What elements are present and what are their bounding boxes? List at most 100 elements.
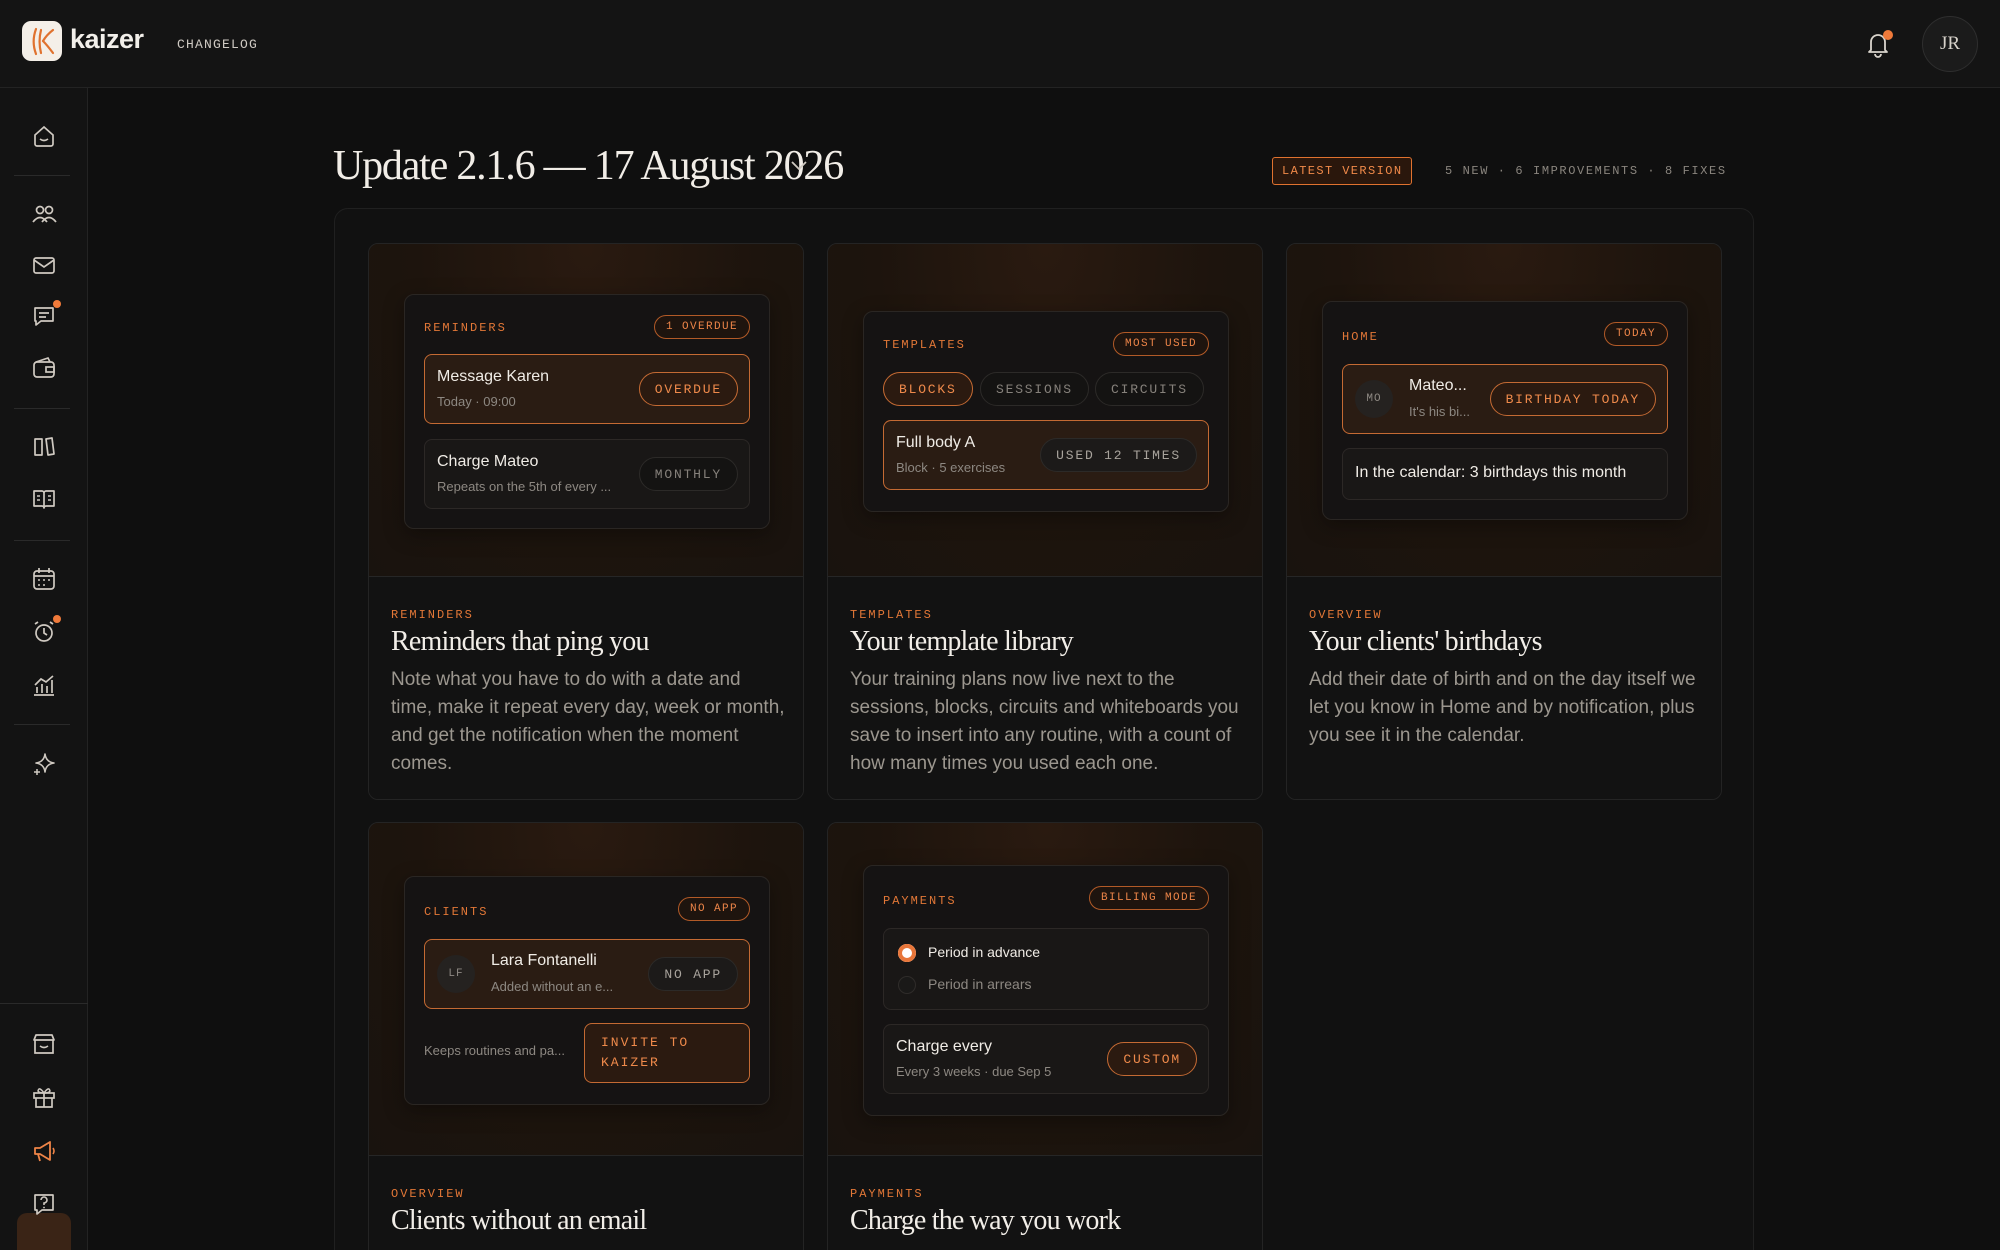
user-avatar[interactable]: JR bbox=[1922, 16, 1978, 72]
card-body: REMINDERS Reminders that ping you Note w… bbox=[369, 578, 803, 799]
card-title: Your clients' birthdays bbox=[1309, 626, 1542, 657]
list-item[interactable]: Message Karen Today · 09:00 OVERDUE bbox=[424, 354, 750, 424]
card-description: Your training plans now live next to the… bbox=[850, 669, 1239, 774]
reminders-panel: REMINDERS 1 OVERDUE Message Karen Today … bbox=[404, 294, 770, 529]
reminder-title: Message Karen bbox=[437, 368, 550, 385]
card-description: Note what you have to do with a date and… bbox=[391, 669, 785, 774]
wallet-icon[interactable] bbox=[24, 348, 64, 388]
breadcrumb: CHANGELOG bbox=[177, 37, 259, 52]
tab-sessions[interactable]: SESSIONS bbox=[980, 372, 1089, 406]
invite-to-kaizer-button[interactable]: INVITE TO KAIZER bbox=[584, 1023, 750, 1083]
help-icon[interactable] bbox=[24, 1184, 64, 1224]
notification-dot bbox=[1883, 30, 1893, 40]
option-label[interactable]: Period in advance bbox=[928, 944, 1040, 960]
no-app-tag: NO APP bbox=[677, 897, 750, 921]
radio-unselected[interactable] bbox=[898, 976, 916, 994]
chevron-down-icon[interactable] bbox=[790, 160, 808, 172]
template-meta: Block · 5 exercises bbox=[896, 460, 1006, 475]
feature-card-clients: CLIENTS NO APP LF Lara Fontanelli Added … bbox=[368, 822, 804, 1250]
client-avatar: MO bbox=[1355, 380, 1393, 418]
sidebar-divider bbox=[0, 1003, 88, 1004]
chat-unread-dot bbox=[53, 300, 61, 308]
reminder-title: Charge Mateo bbox=[437, 453, 539, 470]
megaphone-icon[interactable] bbox=[24, 1131, 64, 1171]
charge-row[interactable]: Charge every Every 3 weeks · due Sep 5 C… bbox=[883, 1024, 1209, 1094]
release-stats: 5 NEW · 6 IMPROVEMENTS · 8 FIXES bbox=[1445, 164, 1727, 178]
reminder-time: Today · 09:00 bbox=[437, 394, 516, 409]
reminder-repeat: Repeats on the 5th of every ... bbox=[437, 479, 612, 494]
client-row[interactable]: LF Lara Fontanelli Added without an e...… bbox=[424, 939, 750, 1009]
card-eyebrow: REMINDERS bbox=[391, 608, 474, 622]
client-note: Added without an e... bbox=[491, 979, 614, 994]
store-icon[interactable] bbox=[24, 1024, 64, 1064]
overdue-count-tag: 1 OVERDUE bbox=[653, 315, 750, 339]
calendar-note: In the calendar: 3 birthdays this month bbox=[1355, 464, 1627, 481]
charge-schedule: Every 3 weeks · due Sep 5 bbox=[896, 1064, 1052, 1079]
home-panel: HOME TODAY MO Mateo... It's his bi... BI… bbox=[1322, 301, 1688, 520]
no-app-pill: NO APP bbox=[648, 957, 738, 991]
card-title: Clients without an email bbox=[391, 1205, 647, 1236]
book-icon[interactable] bbox=[24, 479, 64, 519]
billing-options: Period in advance Period in arrears bbox=[883, 928, 1209, 1010]
custom-pill: CUSTOM bbox=[1107, 1042, 1197, 1076]
latest-version-badge: LATEST VERSION bbox=[1272, 157, 1413, 185]
card-preview: TEMPLATES MOST USED BLOCKS SESSIONS CIRC… bbox=[828, 244, 1262, 577]
monthly-pill: MONTHLY bbox=[638, 457, 738, 491]
templates-panel: TEMPLATES MOST USED BLOCKS SESSIONS CIRC… bbox=[863, 311, 1229, 512]
feature-card-birthdays: HOME TODAY MO Mateo... It's his bi... BI… bbox=[1286, 243, 1722, 800]
clients-panel: CLIENTS NO APP LF Lara Fontanelli Added … bbox=[404, 876, 770, 1105]
sidebar-divider bbox=[14, 408, 70, 409]
kaizer-logo-icon[interactable] bbox=[22, 21, 62, 61]
panel-label: REMINDERS bbox=[424, 321, 507, 335]
today-tag: TODAY bbox=[1603, 322, 1668, 346]
stats-icon[interactable] bbox=[24, 665, 64, 705]
template-title: Full body A bbox=[896, 434, 976, 451]
sidebar bbox=[0, 88, 88, 1250]
list-item[interactable]: Charge Mateo Repeats on the 5th of every… bbox=[424, 439, 750, 509]
birthday-today-pill: BIRTHDAY TODAY bbox=[1489, 382, 1656, 416]
most-used-tag: MOST USED bbox=[1112, 332, 1209, 356]
card-title: Reminders that ping you bbox=[391, 626, 649, 657]
mail-icon[interactable] bbox=[24, 245, 64, 285]
clients-icon[interactable] bbox=[24, 194, 64, 234]
charge-title: Charge every bbox=[896, 1038, 993, 1055]
birthday-row[interactable]: MO Mateo... It's his bi... BIRTHDAY TODA… bbox=[1342, 364, 1668, 434]
library-icon[interactable] bbox=[24, 426, 64, 466]
card-eyebrow: PAYMENTS bbox=[850, 1187, 924, 1201]
card-preview: HOME TODAY MO Mateo... It's his bi... BI… bbox=[1287, 244, 1721, 577]
card-title: Your template library bbox=[850, 626, 1074, 657]
app-name[interactable]: kaizer bbox=[70, 24, 144, 55]
card-description: Add their date of birth and on the day i… bbox=[1309, 669, 1696, 746]
home-icon[interactable] bbox=[24, 116, 64, 156]
card-eyebrow: TEMPLATES bbox=[850, 608, 933, 622]
sparkle-icon[interactable] bbox=[24, 744, 64, 784]
card-preview: CLIENTS NO APP LF Lara Fontanelli Added … bbox=[369, 823, 803, 1156]
sidebar-divider bbox=[14, 540, 70, 541]
client-name: Lara Fontanelli bbox=[491, 952, 597, 969]
sidebar-divider bbox=[14, 724, 70, 725]
overdue-pill: OVERDUE bbox=[638, 372, 738, 406]
radio-selected[interactable] bbox=[898, 944, 916, 962]
feature-card-reminders: REMINDERS 1 OVERDUE Message Karen Today … bbox=[368, 243, 804, 800]
card-preview: PAYMENTS BILLING MODE Period in advance … bbox=[828, 823, 1262, 1156]
template-row[interactable]: Full body A Block · 5 exercises USED 12 … bbox=[883, 420, 1209, 490]
calendar-icon[interactable] bbox=[24, 559, 64, 599]
card-title: Charge the way you work bbox=[850, 1205, 1121, 1236]
calendar-note-row: In the calendar: 3 birthdays this month bbox=[1342, 448, 1668, 500]
card-eyebrow: OVERVIEW bbox=[1309, 608, 1383, 622]
birthday-note: It's his bi... bbox=[1409, 404, 1471, 419]
feature-card-payments: PAYMENTS BILLING MODE Period in advance … bbox=[827, 822, 1263, 1250]
tab-circuits[interactable]: CIRCUITS bbox=[1095, 372, 1204, 406]
panel-label: HOME bbox=[1342, 330, 1379, 344]
billing-mode-tag: BILLING MODE bbox=[1088, 886, 1209, 910]
card-body: OVERVIEW Your clients' birthdays Add the… bbox=[1287, 578, 1721, 799]
gift-icon[interactable] bbox=[24, 1077, 64, 1117]
tab-blocks[interactable]: BLOCKS bbox=[883, 372, 973, 406]
option-label[interactable]: Period in arrears bbox=[928, 976, 1032, 992]
client-name: Mateo... bbox=[1409, 377, 1467, 394]
payments-panel: PAYMENTS BILLING MODE Period in advance … bbox=[863, 865, 1229, 1116]
sidebar-divider bbox=[14, 175, 70, 176]
client-avatar: LF bbox=[437, 955, 475, 993]
panel-label: TEMPLATES bbox=[883, 338, 966, 352]
invite-hint: Keeps routines and pa... bbox=[424, 1043, 565, 1058]
